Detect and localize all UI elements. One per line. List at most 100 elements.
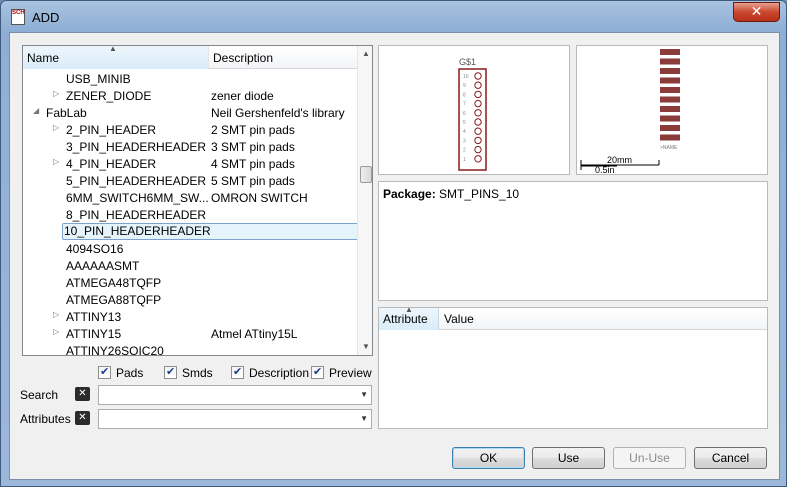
symbol-pin — [474, 81, 482, 89]
symbol-pin — [474, 145, 482, 154]
symbol-preview-pane: G$1 10 9 8 7 6 5 4 3 2 1 — [378, 45, 570, 175]
tree-row[interactable]: 5_PIN_HEADERHEADER 5 SMT pin pads — [23, 172, 357, 189]
smds-checkbox[interactable]: Smds — [164, 365, 213, 381]
tree-row[interactable]: ATMEGA88TQFP — [23, 291, 357, 308]
attributes-label: Attributes — [20, 412, 71, 426]
dropdown-arrow-icon[interactable]: ▼ — [360, 414, 368, 423]
dialog-client-area: ▲ Name Description USB_MINIB ▷ ZENER_DIODE… — [9, 32, 780, 480]
package-pad — [660, 49, 680, 55]
ok-button[interactable]: OK — [452, 447, 525, 469]
tree-row-name: FabLab — [46, 106, 87, 120]
window-title: ADD — [32, 10, 60, 25]
preview-checkbox[interactable]: Preview — [311, 365, 372, 381]
tree-row[interactable]: USB_MINIB — [23, 70, 357, 87]
title-bar[interactable]: SCH ADD ✕ — [1, 1, 786, 33]
description-checkbox[interactable]: Description — [231, 365, 309, 381]
pads-checkbox[interactable]: Pads — [98, 365, 143, 381]
checkbox-checked-icon — [231, 365, 244, 380]
tree-row-name: ATMEGA48TQFP — [66, 276, 162, 290]
close-button[interactable]: ✕ — [733, 2, 780, 22]
package-preview-pane: >NAME 20mm 0.5in — [576, 45, 768, 175]
tree-row-name: 4094SO16 — [66, 242, 124, 256]
tree-row-name: 2_PIN_HEADER — [66, 123, 157, 137]
tree-row[interactable]: ▷ ATTINY13 — [23, 308, 357, 325]
column-header-description[interactable]: Description — [210, 46, 357, 69]
tree-row-description: Neil Gershenfeld's library — [211, 106, 345, 120]
collapse-arrow-icon[interactable]: ◢ — [33, 106, 39, 115]
tree-row-description: 5 SMT pin pads — [211, 174, 295, 188]
column-header-attribute[interactable]: ▲ Attribute — [379, 305, 439, 330]
package-pad — [660, 106, 680, 112]
dropdown-arrow-icon[interactable]: ▼ — [360, 390, 368, 399]
smds-label: Smds — [182, 365, 213, 380]
eagle-app-icon: SCH — [11, 9, 25, 25]
column-header-value[interactable]: Value — [440, 308, 474, 330]
tree-row[interactable]: ▷ ZENER_DIODE zener diode — [23, 87, 357, 104]
search-combobox[interactable]: ▼ — [98, 385, 372, 405]
symbol-pin-number: 9 — [463, 83, 466, 89]
description-label: Description — [249, 365, 310, 380]
tree-row[interactable]: ◢ FabLab Neil Gershenfeld's library — [23, 104, 357, 121]
package-name-label: >NAME — [660, 145, 678, 151]
tree-row[interactable]: ▷ 2_PIN_HEADER 2 SMT pin pads — [23, 121, 357, 138]
expand-arrow-icon[interactable]: ▷ — [53, 157, 59, 166]
use-button[interactable]: Use — [532, 447, 605, 469]
symbol-pin — [474, 90, 482, 99]
tree-row-name: 10_PIN_HEADERHEADER — [62, 223, 372, 240]
tree-rows: USB_MINIB ▷ ZENER_DIODE zener diode ◢ FabLab N… — [23, 70, 372, 355]
package-pad — [660, 134, 680, 141]
tree-row[interactable]: ▷ ATTINY15 Atmel ATtiny15L — [23, 325, 357, 342]
tree-row-name: 4_PIN_HEADER — [66, 157, 157, 171]
expand-arrow-icon[interactable]: ▷ — [53, 327, 59, 336]
tree-row[interactable]: 3_PIN_HEADERHEADER 3 SMT pin pads — [23, 138, 357, 155]
clear-search-icon[interactable]: ✕ — [75, 387, 90, 401]
symbol-pin-number: 1 — [463, 157, 466, 163]
tree-row[interactable]: ATMEGA48TQFP — [23, 274, 357, 291]
tree-row[interactable]: 6MM_SWITCH6MM_SW... OMRON SWITCH — [23, 189, 357, 206]
symbol-pin-number: 8 — [463, 92, 466, 98]
expand-arrow-icon[interactable]: ▷ — [53, 310, 59, 319]
tree-row[interactable]: 10_PIN_HEADERHEADER — [23, 223, 372, 240]
scroll-up-arrow-icon[interactable]: ▲ — [358, 46, 372, 62]
tree-row[interactable]: AAAAAASMT — [23, 257, 357, 274]
unuse-button[interactable]: Un-Use — [613, 447, 686, 469]
tree-row[interactable]: 8_PIN_HEADERHEADER — [23, 206, 357, 223]
expand-arrow-icon[interactable]: ▷ — [53, 89, 59, 98]
tree-row-name: ATTINY13 — [66, 310, 122, 324]
package-pad — [660, 115, 680, 122]
description-pane: Package: SMT_PINS_10 — [378, 181, 768, 301]
column-attribute-label: Attribute — [383, 312, 428, 326]
tree-row[interactable]: ▷ 4_PIN_HEADER 4 SMT pin pads — [23, 155, 357, 172]
cancel-button[interactable]: Cancel — [694, 447, 767, 469]
symbol-preview-drawing: G$1 10 9 8 7 6 5 4 3 2 1 — [458, 57, 487, 171]
symbol-pin — [474, 72, 482, 80]
symbol-pin — [474, 127, 482, 135]
symbol-pin — [474, 109, 482, 117]
package-pad — [660, 68, 680, 74]
tree-row[interactable]: ATTINY26SOIC20 — [23, 342, 357, 355]
package-pad — [660, 87, 680, 93]
scale-in-label: 0.5in — [595, 165, 615, 174]
filter-checkboxes: Pads Smds Description Preview — [98, 365, 378, 381]
tree-vertical-scrollbar[interactable]: ▲ ▼ — [357, 46, 372, 355]
package-pad — [660, 58, 680, 65]
attribute-table: ▲ Attribute Value — [378, 305, 768, 429]
symbol-pin-number: 3 — [463, 138, 466, 144]
scroll-down-arrow-icon[interactable]: ▼ — [358, 339, 372, 355]
clear-attributes-icon[interactable]: ✕ — [75, 411, 90, 425]
tree-row-name: AAAAAASMT — [66, 259, 140, 273]
expand-arrow-icon[interactable]: ▷ — [53, 123, 59, 132]
package-pads — [660, 49, 680, 141]
attributes-combobox[interactable]: ▼ — [98, 409, 372, 429]
attribute-table-header: ▲ Attribute Value — [379, 305, 767, 330]
column-header-name[interactable]: ▲ Name — [23, 46, 209, 69]
column-value-label: Value — [444, 312, 474, 326]
tree-row[interactable]: 4094SO16 — [23, 240, 357, 257]
symbol-pin — [474, 99, 482, 108]
library-tree: ▲ Name Description USB_MINIB ▷ ZENER_DIODE… — [22, 45, 373, 356]
tree-row-name: USB_MINIB — [66, 72, 131, 86]
package-label: Package: — [383, 187, 436, 201]
scroll-thumb[interactable] — [360, 166, 372, 183]
package-value: SMT_PINS_10 — [439, 187, 520, 201]
package-pad — [660, 96, 680, 103]
